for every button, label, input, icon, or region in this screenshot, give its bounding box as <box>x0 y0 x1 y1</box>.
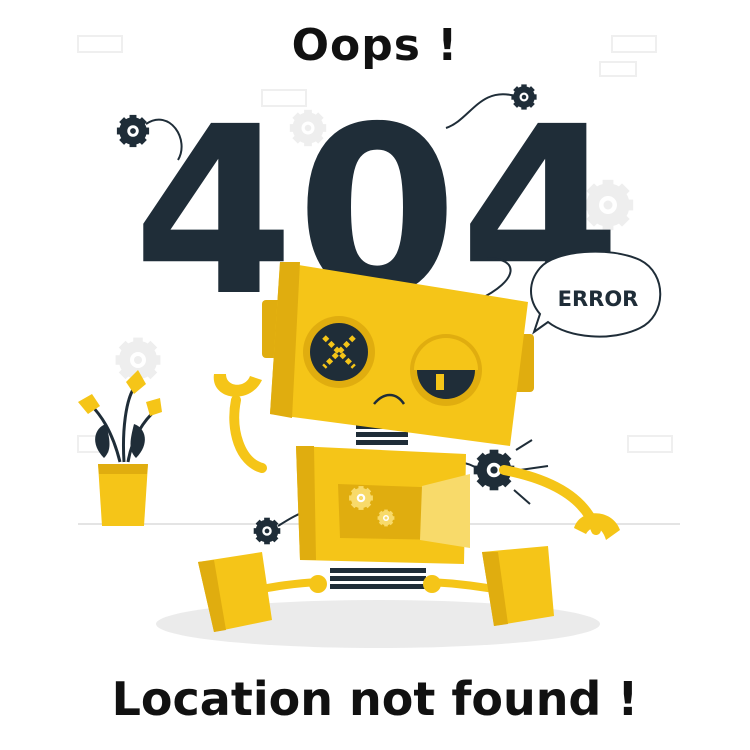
location-not-found-heading: Location not found ! <box>111 672 639 726</box>
speech-bubble: ERROR <box>530 250 662 338</box>
speech-bubble-text: ERROR <box>558 287 639 311</box>
flower-pot-illustration <box>78 370 162 526</box>
error-page: Oops ! 404 ERROR Location not found ! <box>0 0 750 750</box>
robot-body <box>296 446 470 589</box>
robot-waist <box>330 568 426 589</box>
robot-illustration: 404 ERROR <box>77 35 680 648</box>
